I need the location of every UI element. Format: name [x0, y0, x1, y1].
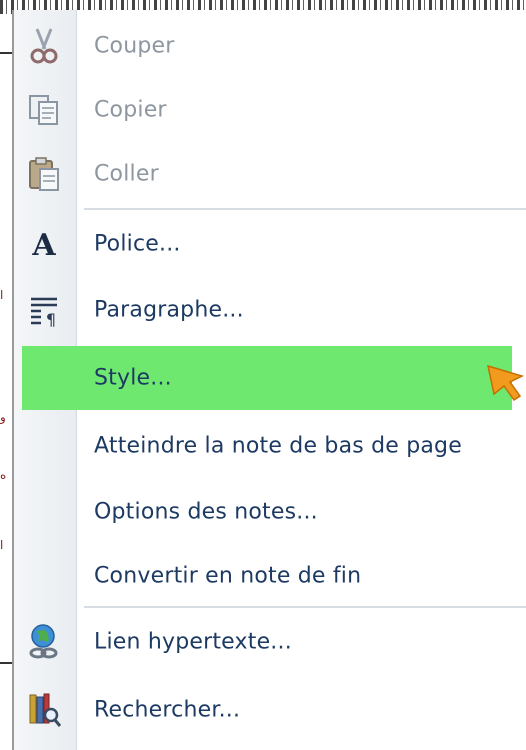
- menu-item-label: Coller: [94, 161, 159, 187]
- menu-item-label: Lien hypertexte...: [94, 629, 292, 655]
- menu-item-convert-to-endnote[interactable]: Convertir en note de fin: [14, 544, 526, 608]
- menu-item-paragraph[interactable]: ¶ Paragraphe...: [14, 278, 526, 342]
- menu-item-label: Couper: [94, 33, 175, 59]
- background-document-mark: و: [0, 410, 6, 424]
- menu-item-style[interactable]: Style...: [22, 346, 512, 410]
- background-document-mark: ا: [0, 538, 4, 552]
- copy-icon: [24, 90, 64, 130]
- context-menu: Couper Copier Coller A Police... ¶ Parag…: [12, 10, 526, 750]
- menu-item-cut[interactable]: Couper: [14, 14, 526, 78]
- mouse-pointer-icon: [487, 364, 525, 402]
- menu-item-label: Options des notes...: [94, 499, 318, 525]
- menu-item-font[interactable]: A Police...: [14, 212, 526, 276]
- menu-item-label: Rechercher...: [94, 697, 241, 723]
- menu-item-copy[interactable]: Copier: [14, 78, 526, 142]
- menu-item-label: Atteindre la note de bas de page: [94, 433, 462, 459]
- svg-text:A: A: [31, 228, 56, 261]
- menu-item-research[interactable]: Rechercher...: [14, 678, 526, 742]
- menu-item-go-to-footnote[interactable]: Atteindre la note de bas de page: [14, 414, 526, 478]
- paragraph-icon: ¶: [24, 290, 64, 330]
- menu-item-label: Paragraphe...: [94, 297, 244, 323]
- font-icon: A: [24, 224, 64, 264]
- menu-item-label: Copier: [94, 97, 167, 123]
- menu-item-label: Police...: [94, 231, 181, 257]
- hyperlink-globe-icon: [24, 622, 64, 662]
- research-icon: [24, 690, 64, 730]
- svg-text:¶: ¶: [46, 310, 56, 327]
- menu-item-note-options[interactable]: Options des notes...: [14, 480, 526, 544]
- paste-icon: [24, 154, 64, 194]
- menu-item-hyperlink[interactable]: Lien hypertexte...: [14, 610, 526, 674]
- menu-separator: [84, 606, 526, 608]
- background-document-mark: ا: [0, 288, 4, 302]
- menu-item-paste[interactable]: Coller: [14, 142, 526, 206]
- menu-separator: [84, 208, 526, 210]
- menu-item-label: Convertir en note de fin: [94, 563, 362, 589]
- menu-item-label: Style...: [94, 365, 172, 391]
- background-document-mark: ه: [0, 468, 7, 482]
- scissors-icon: [24, 26, 64, 66]
